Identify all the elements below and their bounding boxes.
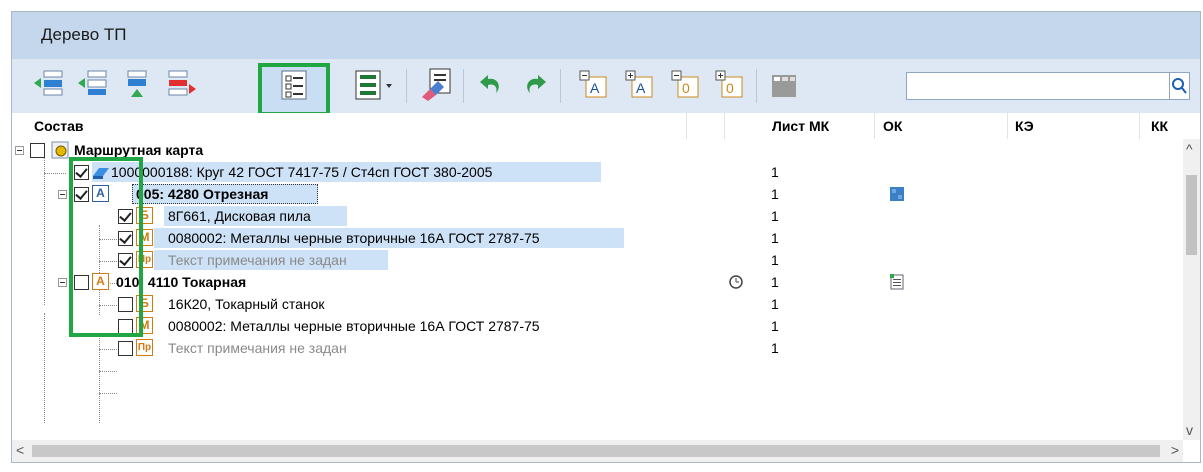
column-header-composition[interactable]: Состав: [34, 118, 84, 134]
sheet-number: 1: [771, 230, 779, 246]
toolbar: A A 0 0: [12, 59, 1200, 116]
ok-icon: [890, 274, 904, 290]
svg-text:0: 0: [682, 80, 690, 96]
scroll-left-icon[interactable]: <: [16, 442, 24, 458]
collapse-toggle[interactable]: [15, 146, 24, 155]
tree-grid: Состав Лист МК ОК КЭ КК Маршрутная карта…: [12, 113, 1200, 462]
tree-row[interactable]: А 010: 4110 Токарная 1: [12, 271, 1200, 293]
column-header-sheet[interactable]: Лист МК: [772, 118, 829, 134]
column-header-ok[interactable]: ОК: [883, 118, 902, 134]
sheet-number: 1: [771, 296, 779, 312]
svg-text:A: A: [636, 80, 646, 96]
column-header-ke[interactable]: КЭ: [1015, 118, 1034, 134]
route-card-icon: [51, 141, 69, 159]
sheet-number: 1: [771, 164, 779, 180]
expand-a-icon[interactable]: A: [622, 67, 654, 103]
collapse-toggle[interactable]: [58, 278, 67, 287]
list-options-icon[interactable]: [352, 67, 392, 103]
search-icon: [1172, 78, 1187, 94]
sheet-number: 1: [771, 252, 779, 268]
search-button[interactable]: [1169, 72, 1190, 100]
collapse-a-icon[interactable]: A: [576, 67, 608, 103]
row-text: 0080002: Металлы черные вторичные 16А ГО…: [168, 318, 540, 334]
row-text: 8Г661, Дисковая пила: [168, 208, 311, 224]
tree-row[interactable]: Б 16К20, Токарный станок 1: [12, 293, 1200, 315]
table-icon[interactable]: [768, 67, 800, 103]
column-header: Состав Лист МК ОК КЭ КК: [12, 113, 1200, 139]
move-out-icon[interactable]: [165, 67, 197, 103]
row-text: 005: 4280 Отрезная: [136, 186, 269, 202]
insert-before-icon[interactable]: [32, 67, 64, 103]
row-text: Текст примечания не задан: [168, 340, 347, 356]
collapse-toggle[interactable]: [58, 190, 67, 199]
scroll-right-icon[interactable]: >: [1171, 442, 1179, 458]
horizontal-scroll-thumb[interactable]: [32, 445, 1160, 457]
vertical-scrollbar[interactable]: ^ v: [1183, 139, 1200, 440]
tree-row[interactable]: Маршрутная карта: [12, 139, 1200, 161]
row-checkbox[interactable]: [118, 341, 133, 356]
sheet-number: 1: [771, 340, 779, 356]
row-text: Текст примечания не задан: [168, 252, 347, 268]
move-down-icon[interactable]: [122, 67, 154, 103]
scroll-up-icon[interactable]: ^: [1186, 141, 1193, 157]
tree-row[interactable]: А 005: 4280 Отрезная 1: [12, 183, 1200, 205]
row-text: 1000000188: Круг 42 ГОСТ 7417-75 / Ст4сп…: [111, 164, 493, 180]
scroll-down-icon[interactable]: v: [1186, 422, 1193, 438]
tree-row[interactable]: 1000000188: Круг 42 ГОСТ 7417-75 / Ст4сп…: [12, 161, 1200, 183]
sheet-number: 1: [771, 186, 779, 202]
vertical-scroll-thumb[interactable]: [1186, 175, 1197, 255]
column-header-kk[interactable]: КК: [1151, 118, 1168, 134]
expand-o-icon[interactable]: 0: [712, 67, 744, 103]
checkbox-highlight: [69, 157, 143, 337]
sheet-number: 1: [771, 318, 779, 334]
tree-row[interactable]: Пр Текст примечания не задан 1: [12, 337, 1200, 359]
svg-text:A: A: [590, 80, 600, 96]
horizontal-scrollbar[interactable]: < >: [12, 440, 1183, 462]
edit-eraser-icon[interactable]: [420, 67, 452, 103]
redo-icon[interactable]: [516, 67, 548, 103]
panel-titlebar: Дерево ТП: [12, 12, 1200, 59]
collapse-o-icon[interactable]: 0: [668, 67, 700, 103]
undo-icon[interactable]: [476, 67, 508, 103]
panel-title: Дерево ТП: [41, 25, 127, 44]
insert-after-icon[interactable]: [76, 67, 108, 103]
row-text: 0080002: Металлы черные вторичные 16А ГО…: [168, 230, 540, 246]
svg-text:0: 0: [726, 80, 734, 96]
tree-row[interactable]: Пр Текст примечания не задан 1: [12, 249, 1200, 271]
note-badge: Пр: [136, 339, 153, 356]
row-checkbox[interactable]: [30, 143, 45, 158]
tree-panel: Дерево ТП A A 0 0 Состав Лист МК ОК КЭ К…: [11, 11, 1201, 463]
sheet-number: 1: [771, 208, 779, 224]
row-text: Маршрутная карта: [74, 142, 204, 158]
row-text: 16К20, Токарный станок: [168, 296, 325, 312]
search-input[interactable]: [906, 72, 1190, 100]
tree-row[interactable]: Б 8Г661, Дисковая пила 1: [12, 205, 1200, 227]
checklist-icon[interactable]: [278, 67, 310, 103]
tree-row[interactable]: М 0080002: Металлы черные вторичные 16А …: [12, 227, 1200, 249]
ok-icon: [890, 187, 904, 201]
tree-row[interactable]: М 0080002: Металлы черные вторичные 16А …: [12, 315, 1200, 337]
sheet-number: 1: [771, 274, 779, 290]
clock-icon: [729, 275, 743, 289]
